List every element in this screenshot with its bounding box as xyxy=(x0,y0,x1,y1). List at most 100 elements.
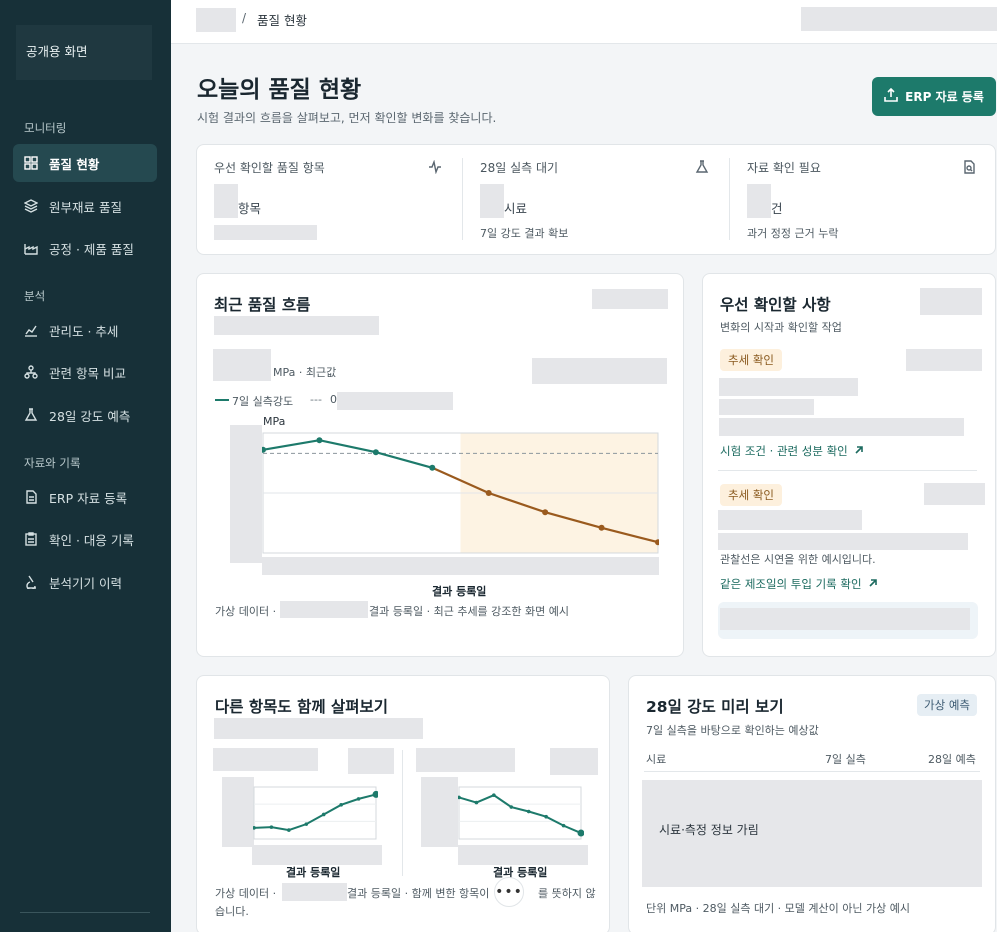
trend-status-placeholder xyxy=(532,358,667,384)
priority-link-input-records[interactable]: 같은 제조일의 투입 기록 확인 xyxy=(720,576,878,592)
compare-right-yaxis-placeholder xyxy=(421,777,458,847)
kpi-note-pending: 7일 강도 결과 확보 xyxy=(480,227,569,240)
y-axis-ticks-placeholder xyxy=(230,425,262,563)
brand: 공개용 화면 xyxy=(16,22,152,80)
compare-right-xticks-placeholder xyxy=(458,845,588,865)
layers-icon xyxy=(24,199,38,213)
priority-line-placeholder xyxy=(719,378,858,396)
flask-icon xyxy=(695,160,709,174)
sidebar-item-erp[interactable]: ERP 자료 등록 xyxy=(13,478,157,516)
trend-footnote-suffix: 결과 등록일 · 최근 추세를 강조한 화면 예시 xyxy=(369,605,570,618)
erp-upload-button[interactable]: ERP 자료 등록 xyxy=(872,77,996,116)
data-point xyxy=(339,803,343,807)
page-title: 오늘의 품질 현황 xyxy=(197,77,362,103)
compare-footnote-placeholder xyxy=(282,883,347,901)
priority-tag: 추세 확인 xyxy=(720,349,782,371)
column-header-sample: 시료 xyxy=(646,753,667,766)
erp-upload-label: ERP 자료 등록 xyxy=(905,90,984,104)
legend-ref-swatch: --- xyxy=(310,393,322,406)
compare-left-xlabel: 결과 등록일 xyxy=(286,866,341,879)
trend-period-placeholder[interactable] xyxy=(592,289,668,309)
trend-chart xyxy=(262,432,659,554)
kpi-label-pending: 28일 실측 대기 xyxy=(480,161,559,175)
legend-series-swatch xyxy=(215,399,229,401)
sidebar-item-process[interactable]: 공정 · 제품 품질 xyxy=(13,229,157,267)
sidebar-item-control-chart[interactable]: 관리도 · 추세 xyxy=(13,311,157,349)
compare-right-xlabel: 결과 등록일 xyxy=(493,866,548,879)
legend-ref-label: 0 xyxy=(330,393,337,406)
trend-footnote-placeholder xyxy=(280,601,368,618)
compare-right-chart xyxy=(458,786,584,840)
sidebar-item-label: 관련 항목 비교 xyxy=(49,365,126,381)
sidebar-divider xyxy=(20,912,150,913)
sidebar-item-label: 28일 강도 예측 xyxy=(49,408,131,424)
compare-title: 다른 항목도 함께 살펴보기 xyxy=(215,698,389,716)
trend-sub-placeholder xyxy=(214,316,379,335)
sidebar-item-label: 관리도 · 추세 xyxy=(49,323,119,339)
trend-xlabel: 결과 등록일 xyxy=(432,585,487,598)
preview-badge: 가상 예측 xyxy=(917,694,977,716)
section-monitoring: 모니터링 xyxy=(24,121,67,135)
priority-subtitle: 변화의 시작과 확인할 작업 xyxy=(720,321,842,334)
priority-link-label: 시험 조건 · 관련 성분 확인 xyxy=(720,444,848,458)
data-point xyxy=(262,446,266,453)
compare-divider xyxy=(402,750,403,876)
compare-footnote-a: 가상 데이터 · xyxy=(215,887,277,900)
data-point xyxy=(474,800,479,805)
sidebar: 공개용 화면 모니터링 품질 현황 원부재료 품질 공정 · 제품 품질 분석 … xyxy=(0,0,171,932)
file-search-icon xyxy=(962,160,976,174)
section-records: 자료와 기록 xyxy=(24,456,81,470)
kpi-note-data-check: 과거 정정 근거 누락 xyxy=(747,227,839,240)
compare-sub-placeholder xyxy=(214,718,423,739)
priority-note-placeholder xyxy=(720,608,970,630)
data-point xyxy=(492,793,496,797)
sidebar-item-label: 확인 · 대응 기록 xyxy=(49,532,134,548)
breadcrumb-current: 품질 현황 xyxy=(257,13,307,28)
clipboard-icon xyxy=(24,532,38,546)
sidebar-item-instruments[interactable]: 분석기기 이력 xyxy=(13,563,157,601)
kpi-note-placeholder xyxy=(214,225,317,240)
sidebar-item-label: 분석기기 이력 xyxy=(49,575,122,591)
priority-line-placeholder xyxy=(718,510,862,530)
priority-tag: 추세 확인 xyxy=(720,484,782,506)
sidebar-item-actions[interactable]: 확인 · 대응 기록 xyxy=(13,520,157,558)
sidebar-item-quality-status[interactable]: 품질 현황 xyxy=(13,144,157,182)
kpi-value-placeholder xyxy=(214,184,238,218)
sidebar-item-prediction[interactable]: 28일 강도 예측 xyxy=(13,396,157,434)
sidebar-item-label: 원부재료 품질 xyxy=(49,199,122,215)
microscope-icon xyxy=(24,575,38,589)
data-point xyxy=(598,524,605,531)
section-analysis: 분석 xyxy=(24,289,46,303)
compare-footnote-b: 결과 등록일 · 함께 변한 항목이 xyxy=(347,887,490,900)
compare-left-chart xyxy=(253,786,378,840)
priority-note: 관찰선은 시연을 위한 예시입니다. xyxy=(720,553,876,566)
flask-icon xyxy=(24,408,38,422)
more-options-button[interactable]: ••• xyxy=(494,877,524,907)
page-subtitle: 시험 결과의 흐름을 살펴보고, 먼저 확인할 변화를 찾습니다. xyxy=(197,111,497,125)
breadcrumb-root-placeholder[interactable] xyxy=(196,8,236,32)
compare-right-value-placeholder xyxy=(550,748,598,775)
compare-right-name-placeholder xyxy=(416,748,515,772)
data-point xyxy=(544,814,548,819)
kpi-label-priority: 우선 확인할 품질 항목 xyxy=(214,161,325,175)
kpi-unit-data-check: 건 xyxy=(771,201,783,216)
kpi-divider xyxy=(462,158,463,240)
sidebar-item-raw-material[interactable]: 원부재료 품질 xyxy=(13,187,157,225)
priority-divider xyxy=(718,470,977,471)
kpi-divider xyxy=(729,158,730,240)
priority-link-test-conditions[interactable]: 시험 조건 · 관련 성분 확인 xyxy=(720,443,864,459)
legend-series-label: 7일 실측강도 xyxy=(232,395,294,408)
kpi-value-placeholder xyxy=(480,184,504,218)
data-point xyxy=(356,797,361,801)
topbar-right-placeholder[interactable] xyxy=(801,7,997,31)
priority-date-placeholder xyxy=(906,349,982,371)
priority-line-placeholder xyxy=(719,418,964,436)
factory-icon xyxy=(24,241,38,255)
legend-ref-placeholder xyxy=(337,392,453,410)
sidebar-item-label: ERP 자료 등록 xyxy=(49,490,128,506)
data-point xyxy=(509,805,514,809)
sidebar-item-compare[interactable]: 관련 항목 비교 xyxy=(13,353,157,391)
preview-title: 28일 강도 미리 보기 xyxy=(646,698,784,716)
activity-icon xyxy=(428,159,442,175)
trend-footnote-prefix: 가상 데이터 · xyxy=(215,605,277,618)
